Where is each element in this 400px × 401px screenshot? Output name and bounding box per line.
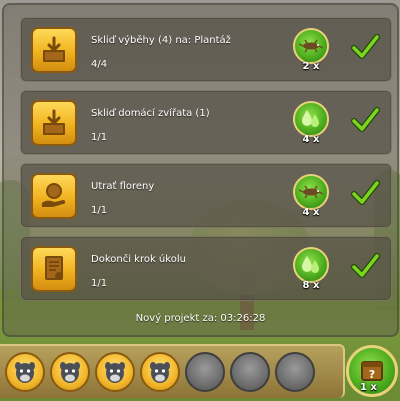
animal-head-icon bbox=[60, 362, 80, 383]
quest-scroll-icon bbox=[31, 246, 77, 292]
progress-slot-empty bbox=[275, 352, 315, 392]
svg-text:?: ? bbox=[369, 368, 375, 381]
project-progress-bar bbox=[0, 344, 345, 398]
water-drops-reward-icon bbox=[293, 101, 329, 137]
task-progress: 1/1 bbox=[91, 205, 108, 216]
new-project-timer: Nový projekt za: 03:26:28 bbox=[135, 313, 266, 324]
checkmark-icon bbox=[351, 107, 380, 132]
task-progress: 1/1 bbox=[91, 132, 108, 143]
lizard-reward-icon bbox=[293, 28, 329, 64]
task-progress: 1/1 bbox=[91, 278, 108, 289]
animal-head-icon bbox=[105, 362, 125, 383]
harvest-box-icon bbox=[31, 27, 77, 73]
harvest-box-icon bbox=[31, 100, 77, 146]
coins-hand-icon bbox=[31, 173, 77, 219]
tasks-panel: Skliď výběhy (4) na: Plantáž 4/4 2 x Skl… bbox=[2, 3, 399, 337]
progress-slot-filled bbox=[95, 352, 135, 392]
reward-count: 4 x bbox=[302, 134, 320, 145]
task-progress: 4/4 bbox=[91, 59, 108, 70]
task-card: Skliď domácí zvířata (1) 1/1 4 x bbox=[20, 90, 392, 155]
task-title: Dokonči krok úkolu bbox=[91, 254, 186, 265]
final-reward-count: 1 x bbox=[360, 382, 377, 393]
task-title: Skliď výběhy (4) na: Plantáž bbox=[91, 35, 231, 46]
task-title: Utrať floreny bbox=[91, 181, 155, 192]
reward-count: 8 x bbox=[302, 280, 320, 291]
water-drops-reward-icon bbox=[293, 247, 329, 283]
progress-slot-filled bbox=[140, 352, 180, 392]
animal-head-icon bbox=[150, 362, 170, 383]
animal-head-icon bbox=[15, 362, 35, 383]
task-card: Dokonči krok úkolu 1/1 8 x bbox=[20, 236, 392, 301]
checkmark-icon bbox=[351, 253, 380, 278]
reward-count: 2 x bbox=[302, 61, 320, 72]
progress-slot-empty bbox=[230, 352, 270, 392]
task-card: Utrať floreny 1/1 4 x bbox=[20, 163, 392, 228]
reward-count: 4 x bbox=[302, 207, 320, 218]
task-card: Skliď výběhy (4) na: Plantáž 4/4 2 x bbox=[20, 17, 392, 82]
checkmark-icon bbox=[351, 34, 380, 59]
task-title: Skliď domácí zvířata (1) bbox=[91, 108, 210, 119]
progress-slot-filled bbox=[50, 352, 90, 392]
lizard-reward-icon bbox=[293, 174, 329, 210]
checkmark-icon bbox=[351, 180, 380, 205]
progress-slot-filled bbox=[5, 352, 45, 392]
progress-slot-empty bbox=[185, 352, 225, 392]
